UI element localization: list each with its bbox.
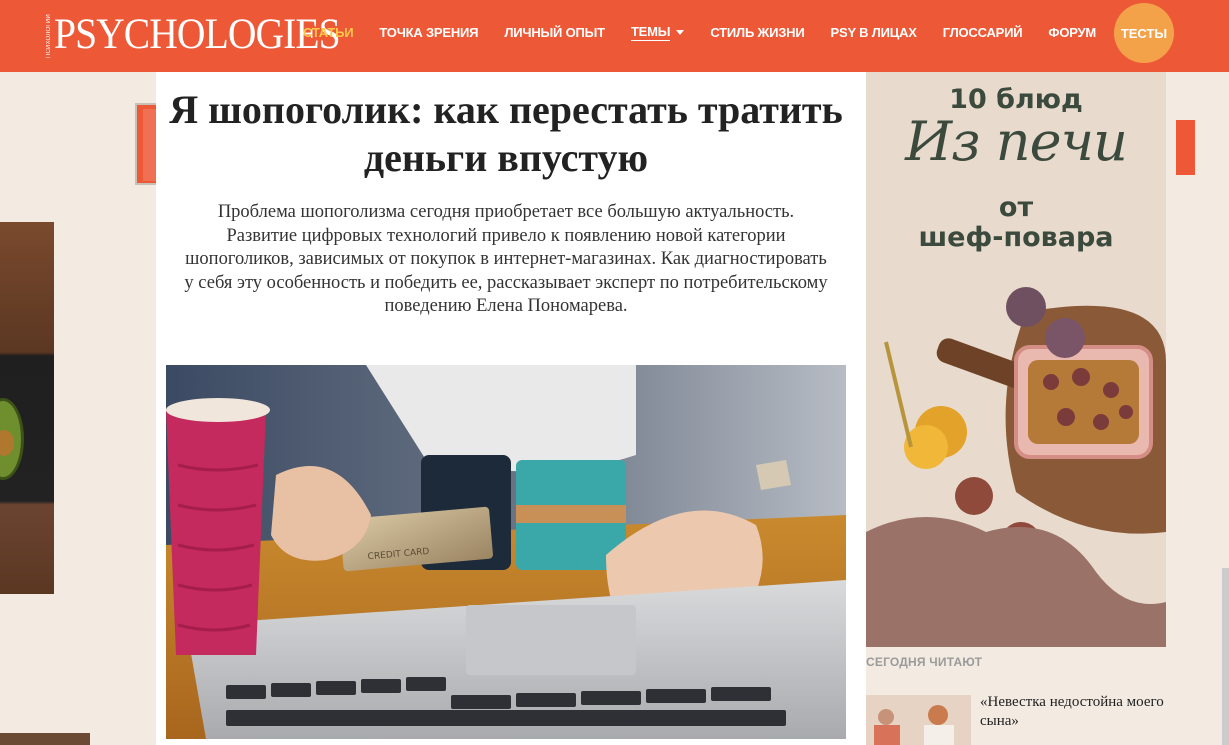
today-reading-link[interactable]: «Невестка недостойна моего сына» — [980, 693, 1180, 731]
article-card: Я шопоголик: как перестать тратить деньг… — [156, 72, 866, 745]
ad-headline-2: Из печи — [905, 110, 1128, 173]
article-title: Я шопоголик: как перестать тратить деньг… — [169, 87, 843, 180]
today-reading-thumbnail[interactable] — [866, 695, 971, 745]
background-decoration-bottom — [0, 733, 90, 745]
nav-item-temy[interactable]: ТЕМЫ — [630, 23, 685, 41]
today-reading-heading: СЕГОДНЯ ЧИТАЮТ — [866, 655, 983, 669]
main-nav: СТАТЬИ ТОЧКА ЗРЕНИЯ ЛИЧНЫЙ ОПЫТ ТЕМЫ СТИ… — [290, 0, 1109, 64]
nav-item-temy-label: ТЕМЫ — [630, 23, 671, 41]
nav-item-lichnyi-opyt[interactable]: ЛИЧНЫЙ ОПЫТ — [504, 25, 605, 40]
logo-subtitle: ПСИХОЛОГИИ — [46, 14, 52, 58]
chevron-down-icon — [676, 29, 685, 35]
nav-item-psy-v-litsah[interactable]: PSY В ЛИЦАХ — [831, 25, 917, 40]
people-photo — [866, 695, 971, 745]
background-decoration-left — [135, 103, 157, 185]
background-decoration-right — [1176, 120, 1195, 175]
top-navigation-bar: ПСИХОЛОГИИ PSYCHOLOGIES СТАТЬИ ТОЧКА ЗРЕ… — [0, 0, 1229, 72]
ad-headline-4: шеф-повара — [918, 222, 1114, 253]
article-hero-image: CREDIT CARD — [166, 365, 846, 739]
sidebar-ad-banner[interactable]: 10 блюд Из печи от шеф-повара — [866, 72, 1166, 647]
article-lead: Проблема шопоголизма сегодня приобретает… — [184, 202, 828, 316]
nav-item-glossarii[interactable]: ГЛОССАРИЙ — [943, 25, 1023, 40]
nav-item-tochka-zreniya[interactable]: ТОЧКА ЗРЕНИЯ — [379, 25, 478, 40]
background-decoration-edge — [1222, 568, 1229, 745]
nav-item-stil-zhizni[interactable]: СТИЛЬ ЖИЗНИ — [710, 25, 804, 40]
shopping-laptop-photo: CREDIT CARD — [166, 365, 846, 739]
nav-item-stati[interactable]: СТАТЬИ — [303, 25, 354, 40]
nav-item-forum[interactable]: ФОРУМ — [1048, 25, 1096, 40]
ad-headline-3: от — [998, 192, 1034, 223]
tests-button[interactable]: ТЕСТЫ — [1114, 3, 1174, 63]
